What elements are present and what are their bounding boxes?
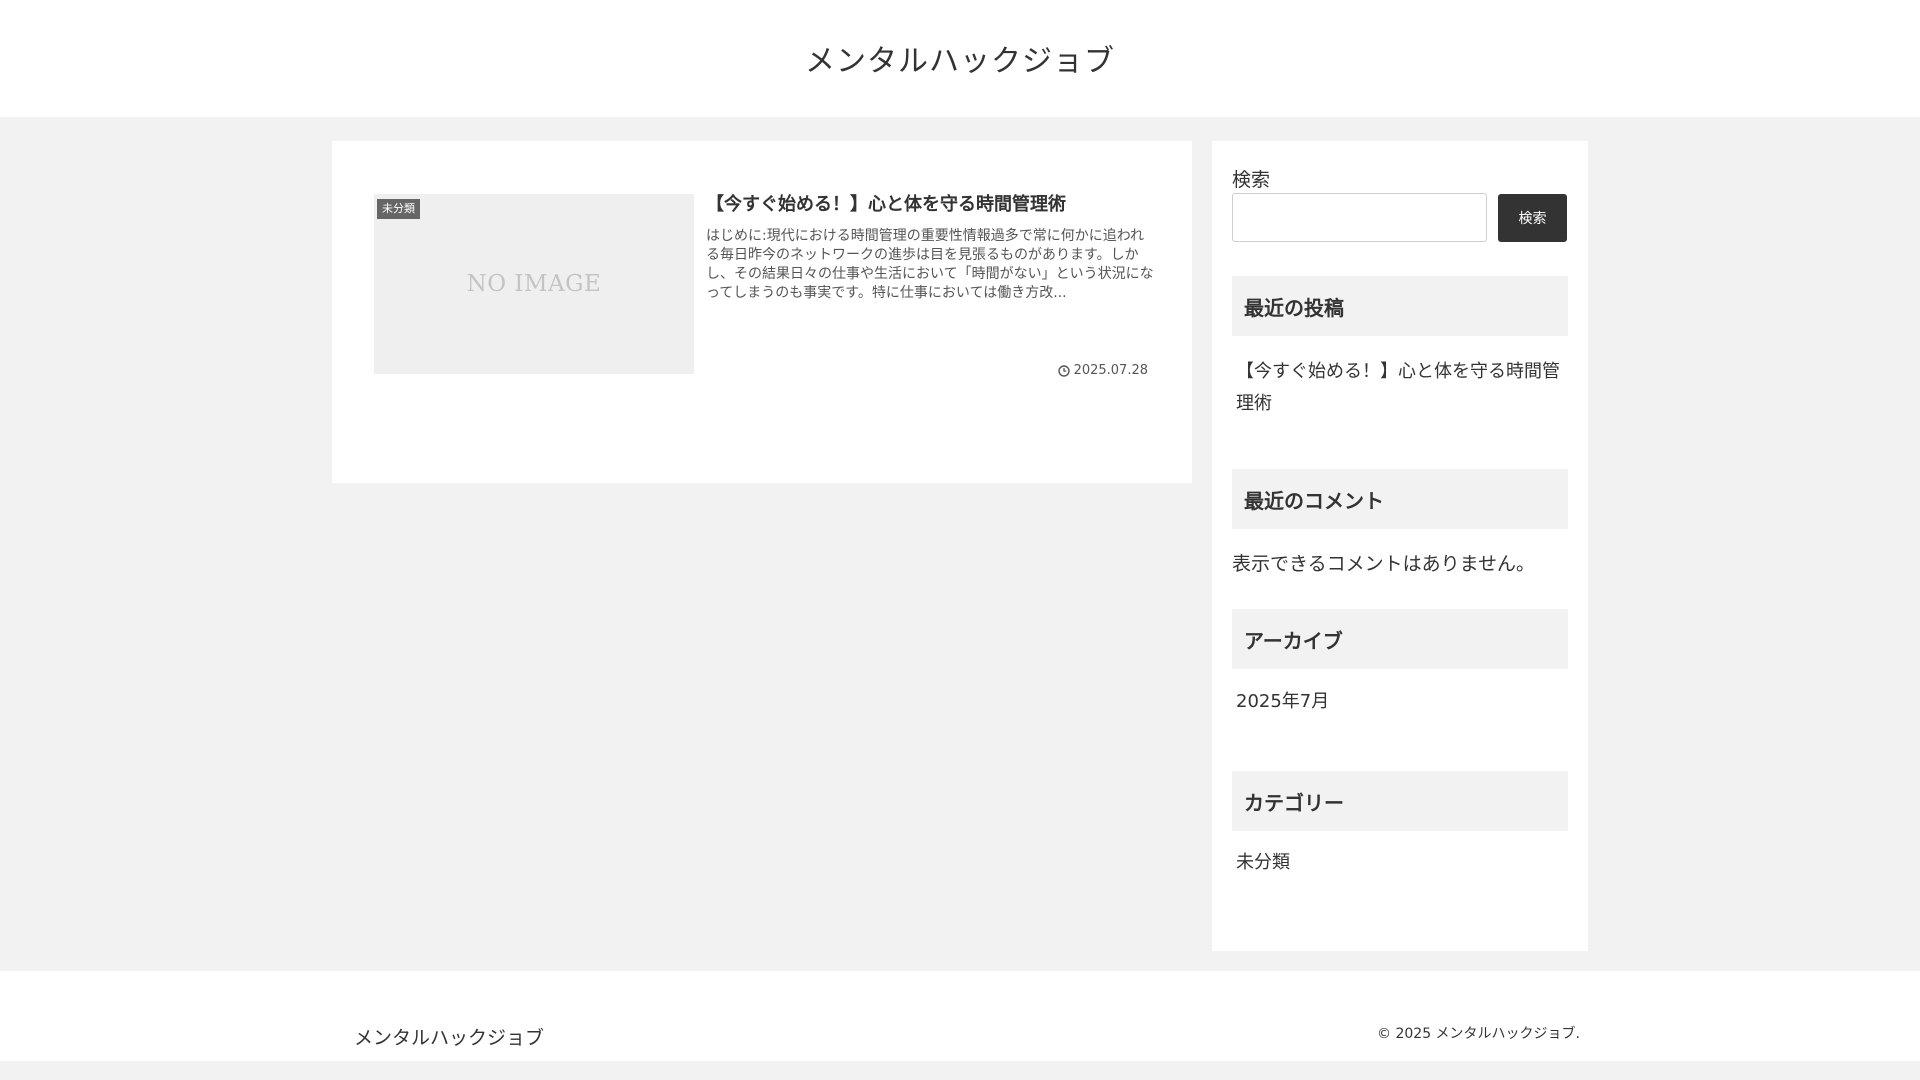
category-label: 未分類 (377, 199, 420, 219)
site-footer: メンタルハックジョブ © 2025 メンタルハックジョブ. (0, 971, 1920, 1061)
search-button[interactable]: 検索 (1498, 194, 1567, 242)
search-label: 検索 (1232, 169, 1271, 191)
post-date-text: 2025.07.28 (1073, 363, 1148, 378)
clock-icon (1057, 364, 1070, 377)
sidebar: 検索 検索 最近の投稿 【今すぐ始める！】心と体を守る時間管理術 最近のコメント… (1212, 141, 1588, 951)
archive-link[interactable]: 2025年7月 (1236, 686, 1568, 718)
footer-site-title-link[interactable]: メンタルハックジョブ (354, 1023, 544, 1050)
copyright-text: © 2025 メンタルハックジョブ. (1377, 1026, 1580, 1042)
post-snippet: はじめに:現代における時間管理の重要性情報過多で常に何かに追われる毎日昨今のネッ… (706, 228, 1154, 301)
no-image-placeholder: NO IMAGE (466, 271, 602, 297)
post-thumbnail: NO IMAGE 未分類 (374, 194, 694, 374)
archives-heading: アーカイブ (1232, 609, 1568, 669)
recent-post-link[interactable]: 【今すぐ始める！】心と体を守る時間管理術 (1236, 356, 1568, 420)
main-content: NO IMAGE 未分類 【今すぐ始める！】心と体を守る時間管理術 はじめに:現… (332, 141, 1192, 483)
entry-card[interactable]: NO IMAGE 未分類 【今すぐ始める！】心と体を守る時間管理術 はじめに:現… (374, 192, 1154, 378)
no-comments-text: 表示できるコメントはありません。 (1232, 553, 1536, 575)
category-link[interactable]: 未分類 (1236, 847, 1568, 879)
post-date: 2025.07.28 (1057, 363, 1148, 378)
recent-comments-heading: 最近のコメント (1232, 469, 1568, 529)
site-header: メンタルハックジョブ (0, 0, 1920, 117)
site-title-link[interactable]: メンタルハックジョブ (805, 36, 1115, 80)
post-title: 【今すぐ始める！】心と体を守る時間管理術 (706, 194, 1066, 215)
recent-posts-heading: 最近の投稿 (1232, 276, 1568, 336)
categories-heading: カテゴリー (1232, 771, 1568, 831)
search-input[interactable] (1232, 193, 1487, 242)
